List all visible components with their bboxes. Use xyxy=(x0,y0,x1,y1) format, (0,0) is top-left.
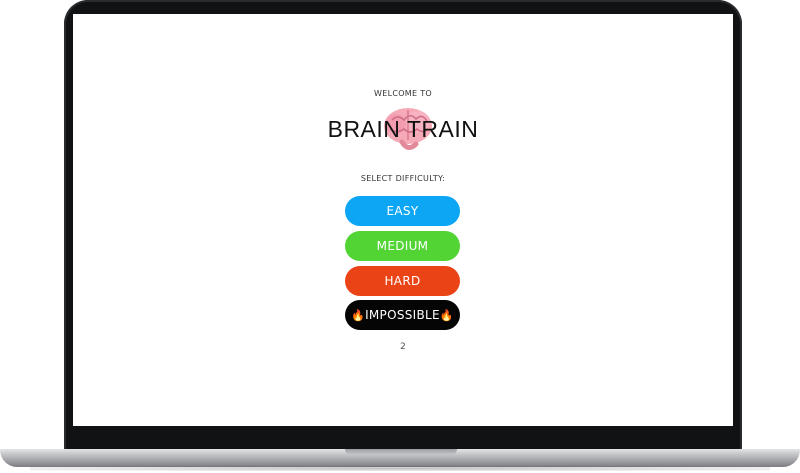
easy-button[interactable]: EASY xyxy=(345,196,460,226)
hard-button-label: HARD xyxy=(384,274,421,288)
counter-text: 2 xyxy=(400,342,406,352)
select-difficulty-label: SELECT DIFFICULTY: xyxy=(360,174,446,183)
title-block: BRAIN TRAIN xyxy=(73,100,733,160)
medium-button-label: MEDIUM xyxy=(376,239,429,253)
impossible-button[interactable]: 🔥 IMPOSSIBLE 🔥 xyxy=(345,300,460,330)
laptop-shadow xyxy=(30,466,770,471)
easy-button-label: EASY xyxy=(386,204,419,218)
hard-button[interactable]: HARD xyxy=(345,266,460,296)
impossible-button-label: IMPOSSIBLE xyxy=(365,308,440,322)
fire-icon: 🔥 xyxy=(439,308,454,322)
laptop-screen: WELCOME TO BRAIN TRAIN SELECT DIFFICULTY… xyxy=(73,14,733,426)
welcome-text: WELCOME TO xyxy=(374,89,432,98)
fire-icon: 🔥 xyxy=(351,308,366,322)
app-title: BRAIN TRAIN xyxy=(327,116,479,142)
laptop-notch xyxy=(345,449,457,455)
medium-button[interactable]: MEDIUM xyxy=(345,231,460,261)
